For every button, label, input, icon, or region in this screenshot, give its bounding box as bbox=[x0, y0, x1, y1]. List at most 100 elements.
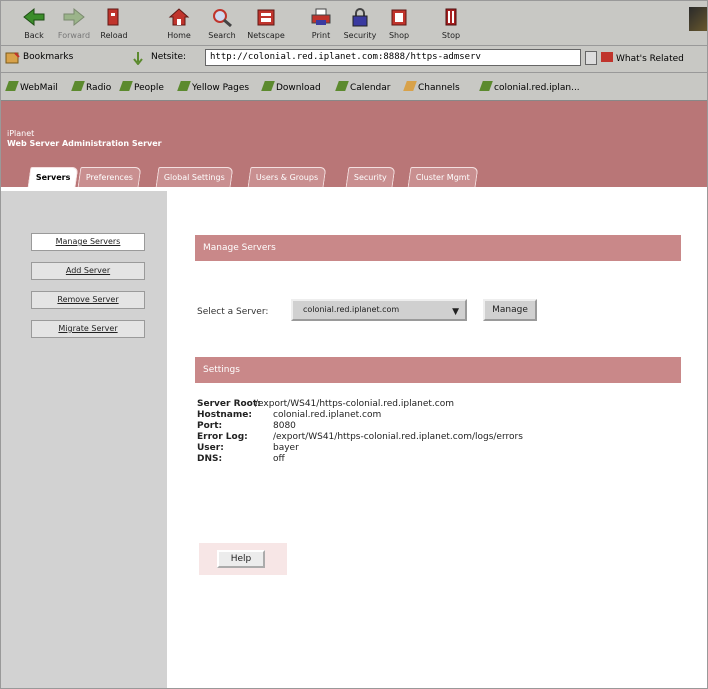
nav-add-server[interactable]: Add Server bbox=[31, 262, 145, 280]
channels-icon bbox=[403, 81, 417, 91]
product-title: Web Server Administration Server bbox=[7, 139, 162, 148]
error-log-key: Error Log: bbox=[197, 432, 248, 442]
bookmark-icon bbox=[479, 81, 493, 91]
download-icon bbox=[261, 81, 275, 91]
search-label: Search bbox=[208, 31, 236, 40]
people-icon bbox=[119, 81, 133, 91]
tab-users-groups[interactable]: Users & Groups bbox=[247, 167, 327, 187]
port-key: Port: bbox=[197, 421, 223, 431]
calendar-link[interactable]: Calendar bbox=[335, 81, 391, 93]
tab-preferences[interactable]: Preferences bbox=[77, 167, 142, 187]
netscape-icon bbox=[257, 9, 275, 26]
print-label: Print bbox=[311, 31, 331, 40]
main-content: Manage Servers Select a Server: colonial… bbox=[167, 187, 707, 688]
webmail-label: WebMail bbox=[20, 83, 58, 93]
netscape-logo[interactable] bbox=[689, 7, 707, 31]
tab-global-settings-label: Global Settings bbox=[163, 173, 225, 182]
hostname-value: colonial.red.iplanet.com bbox=[273, 410, 382, 420]
tab-cluster-mgmt-label: Cluster Mgmt bbox=[415, 173, 470, 182]
security-label: Security bbox=[343, 31, 377, 40]
port-value: 8080 bbox=[273, 421, 296, 431]
colonial-bookmark-label: colonial.red.iplan... bbox=[494, 83, 580, 93]
back-arrow-icon bbox=[23, 7, 45, 27]
settings-heading: Settings bbox=[195, 357, 681, 383]
radio-label: Radio bbox=[86, 83, 112, 93]
personal-toolbar: WebMail Radio People Yellow Pages Downlo… bbox=[1, 73, 707, 101]
tab-users-groups-label: Users & Groups bbox=[255, 173, 319, 182]
tab-preferences-label: Preferences bbox=[85, 173, 133, 182]
hostname-key: Hostname: bbox=[197, 410, 252, 420]
home-button[interactable]: Home bbox=[156, 5, 202, 43]
download-link[interactable]: Download bbox=[261, 81, 321, 93]
navigation-toolbar: Back Forward Reload Home Search Netscape… bbox=[1, 1, 707, 46]
url-dropdown-button[interactable] bbox=[585, 51, 597, 65]
nav-remove-server[interactable]: Remove Server bbox=[31, 291, 145, 309]
left-nav: Manage Servers Add Server Remove Server … bbox=[1, 187, 167, 688]
yellow-pages-label: Yellow Pages bbox=[192, 83, 250, 93]
stop-icon bbox=[445, 8, 457, 26]
tab-global-settings[interactable]: Global Settings bbox=[155, 167, 234, 187]
server-root-value: /export/WS41/https-colonial.red.iplanet.… bbox=[255, 399, 454, 409]
shop-icon bbox=[391, 9, 407, 26]
stop-label: Stop bbox=[441, 31, 461, 40]
dns-key: DNS: bbox=[197, 454, 223, 464]
tab-security[interactable]: Security bbox=[345, 167, 396, 187]
colonial-bookmark-link[interactable]: colonial.red.iplan... bbox=[479, 81, 580, 93]
dns-value: off bbox=[273, 454, 285, 464]
server-root-key: Server Root: bbox=[197, 399, 261, 409]
search-button[interactable]: Search bbox=[199, 5, 245, 43]
select-server-label: Select a Server: bbox=[197, 307, 269, 317]
reload-icon bbox=[107, 8, 119, 26]
print-icon bbox=[311, 8, 331, 25]
url-field[interactable]: http://colonial.red.iplanet.com:8888/htt… bbox=[205, 49, 581, 66]
people-label: People bbox=[134, 83, 164, 93]
reload-label: Reload bbox=[100, 31, 128, 40]
back-label: Back bbox=[24, 31, 44, 40]
reload-button[interactable]: Reload bbox=[91, 5, 137, 43]
tab-security-label: Security bbox=[353, 173, 387, 182]
channels-link[interactable]: Channels bbox=[403, 81, 460, 93]
location-bar: Bookmarks Netsite: http://colonial.red.i… bbox=[1, 46, 707, 73]
server-select[interactable]: colonial.red.iplanet.com ▼ bbox=[291, 299, 467, 321]
netsite-label: Netsite: bbox=[151, 52, 187, 62]
webmail-link[interactable]: WebMail bbox=[5, 81, 58, 93]
nav-migrate-server[interactable]: Migrate Server bbox=[31, 320, 145, 338]
help-button[interactable]: Help bbox=[217, 550, 265, 568]
yellow-pages-link[interactable]: Yellow Pages bbox=[177, 81, 250, 93]
forward-label: Forward bbox=[57, 31, 91, 40]
download-label: Download bbox=[276, 83, 321, 93]
bookmarks-button[interactable]: Bookmarks bbox=[23, 52, 73, 62]
user-key: User: bbox=[197, 443, 224, 453]
channels-label: Channels bbox=[418, 83, 460, 93]
home-icon bbox=[168, 8, 190, 26]
shop-button[interactable]: Shop bbox=[376, 5, 422, 43]
lock-icon bbox=[352, 8, 368, 27]
nav-manage-servers[interactable]: Manage Servers bbox=[31, 233, 145, 251]
brand-name: iPlanet bbox=[7, 129, 35, 138]
browser-window: Back Forward Reload Home Search Netscape… bbox=[0, 0, 708, 689]
server-select-value: colonial.red.iplanet.com bbox=[303, 305, 400, 314]
whats-related-label: What's Related bbox=[616, 54, 684, 64]
people-link[interactable]: People bbox=[119, 81, 164, 93]
bookmarks-icon[interactable] bbox=[5, 51, 21, 65]
shop-label: Shop bbox=[388, 31, 410, 40]
search-icon bbox=[213, 9, 232, 27]
calendar-label: Calendar bbox=[350, 83, 391, 93]
whats-related-button[interactable]: What's Related bbox=[601, 52, 684, 64]
chevron-down-icon: ▼ bbox=[452, 307, 459, 317]
tab-servers-label: Servers bbox=[35, 173, 71, 182]
page-proxy-icon[interactable] bbox=[131, 51, 145, 65]
calendar-icon bbox=[335, 81, 349, 91]
tab-servers[interactable]: Servers bbox=[27, 167, 79, 187]
user-value: bayer bbox=[273, 443, 299, 453]
manage-button[interactable]: Manage bbox=[483, 299, 537, 321]
tab-cluster-mgmt[interactable]: Cluster Mgmt bbox=[407, 167, 479, 187]
stop-button[interactable]: Stop bbox=[428, 5, 474, 43]
admin-header: iPlanet Web Server Administration Server… bbox=[1, 101, 707, 187]
radio-icon bbox=[71, 81, 85, 91]
header-title: iPlanet Web Server Administration Server bbox=[7, 129, 162, 149]
netscape-button[interactable]: Netscape bbox=[243, 5, 289, 43]
radio-link[interactable]: Radio bbox=[71, 81, 112, 93]
netscape-label: Netscape bbox=[247, 31, 285, 40]
whats-related-icon bbox=[601, 52, 613, 62]
